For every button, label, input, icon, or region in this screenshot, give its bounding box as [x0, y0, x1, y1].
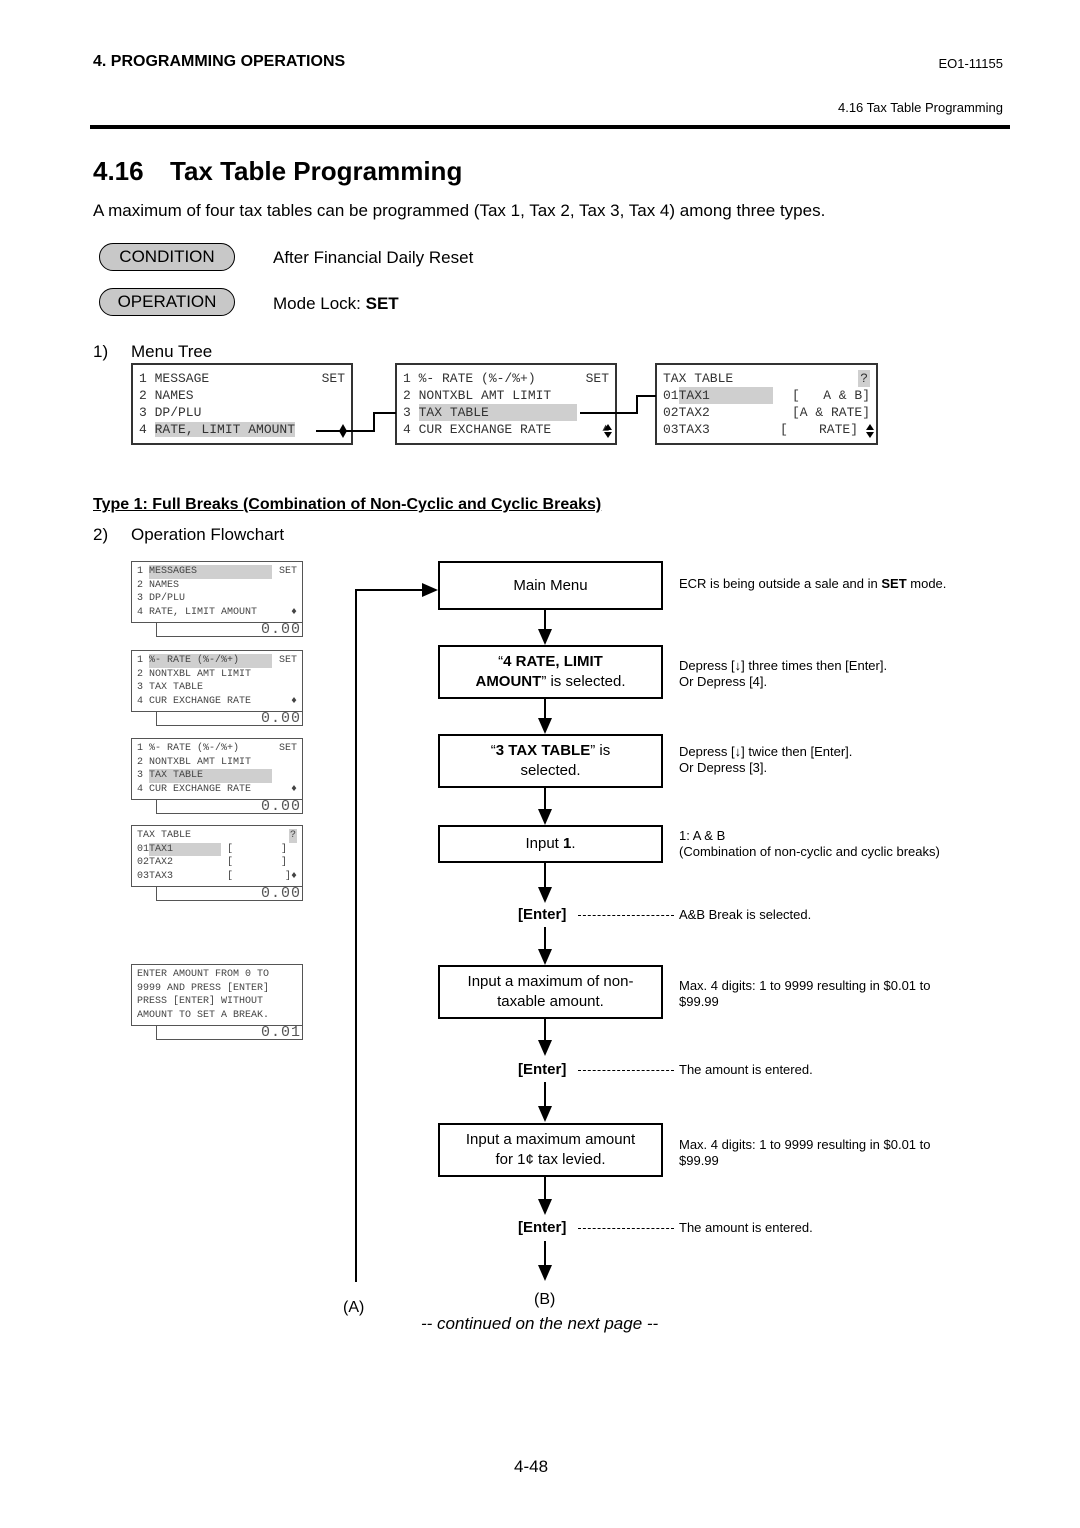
flow-note: Depress [↓] three times then [Enter]. Or … — [679, 658, 888, 689]
flow-note: The amount is entered. — [679, 1220, 813, 1235]
flow-line — [544, 788, 546, 809]
arrow-down-icon — [538, 629, 552, 645]
flow-line — [544, 699, 546, 719]
flow-line — [544, 927, 546, 950]
page-number: 4-48 — [514, 1457, 549, 1476]
flow-line — [544, 863, 546, 889]
loop-back-line — [355, 589, 424, 1282]
flow-box-rate-limit: “4 RATE, LIMIT AMOUNT” is selected. — [438, 645, 663, 699]
enter-key: [Enter] — [518, 1061, 567, 1078]
flow-box-main-menu: Main Menu — [438, 561, 663, 610]
flow-line — [544, 1177, 546, 1199]
flow-note: 1: A & B (Combination of non-cyclic and c… — [679, 828, 940, 859]
flow-note: ECR is being outside a sale and in SET m… — [679, 576, 947, 591]
flow-note: Max. 4 digits: 1 to 9999 resulting in $0… — [679, 1137, 931, 1168]
enter-key: [Enter] — [518, 1219, 567, 1236]
arrow-down-icon — [538, 809, 552, 825]
arrow-down-icon — [538, 1040, 552, 1056]
flow-box-one-cent: Input a maximum amount for 1¢ tax levied. — [438, 1123, 663, 1177]
flow-note: Max. 4 digits: 1 to 9999 resulting in $0… — [679, 978, 931, 1009]
dashed-leader — [578, 915, 674, 916]
arrow-down-icon — [538, 949, 552, 965]
arrow-right-icon — [422, 583, 438, 597]
flow-box-nontaxable: Input a maximum of non-taxable amount. — [438, 965, 663, 1019]
flow-note: Depress [↓] twice then [Enter]. Or Depres… — [679, 744, 853, 775]
flow-line — [544, 1082, 546, 1106]
arrow-down-icon — [538, 1265, 552, 1281]
connector-a-label: (A) — [343, 1299, 365, 1316]
connector-b-label: (B) — [534, 1291, 556, 1308]
flow-box-tax-table: “3 TAX TABLE” is selected. — [438, 734, 663, 788]
arrow-down-icon — [538, 1199, 552, 1215]
arrow-down-icon — [538, 1106, 552, 1122]
flow-line — [544, 1241, 546, 1265]
continued-note: -- continued on the next page -- — [421, 1314, 659, 1333]
flow-line — [544, 1019, 546, 1041]
arrow-down-icon — [538, 718, 552, 734]
dashed-leader — [578, 1228, 674, 1229]
flow-note: The amount is entered. — [679, 1062, 813, 1077]
dashed-leader — [578, 1070, 674, 1071]
arrow-down-icon — [538, 887, 552, 903]
flow-note: A&B Break is selected. — [679, 907, 812, 922]
flow-line — [544, 610, 546, 630]
enter-key: [Enter] — [518, 906, 567, 923]
flow-box-input-1: Input 1. — [438, 825, 663, 863]
